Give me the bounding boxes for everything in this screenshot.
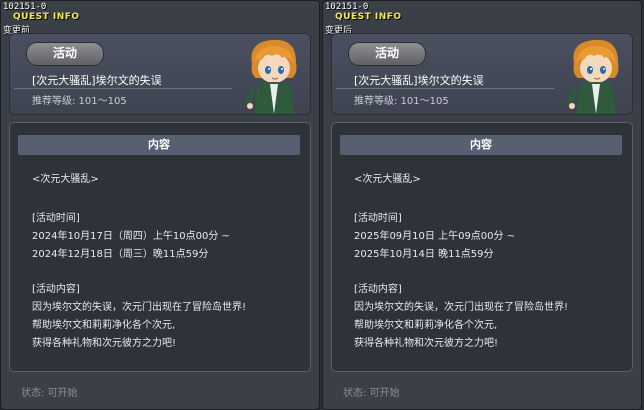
content-line: 2025年10月14日 晚11点59分 — [354, 249, 494, 260]
content-panel: 内容 <次元大骚乱> [活动时间] 2025年09月10日 上午09点00分 ~… — [331, 122, 633, 372]
content-panel: 内容 <次元大骚乱> [活动时间] 2024年10月17日（周四）上午10点00… — [9, 122, 311, 372]
content-line: [活动时间] — [354, 213, 402, 224]
divider — [14, 88, 232, 89]
quest-name: [次元大骚乱]埃尔文的失误 — [32, 74, 162, 87]
content-line: [活动内容] — [32, 284, 80, 295]
event-badge: 活动 — [348, 42, 426, 66]
event-badge: 活动 — [26, 42, 104, 66]
content-line: 因为埃尔文的失误，次元门出现在了冒险岛世界! — [354, 302, 569, 313]
content-line: <次元大骚乱> — [32, 174, 99, 185]
content-line: 帮助埃尔文和莉莉净化各个次元, — [354, 320, 498, 331]
quest-info-window-before: 102151-0 QUEST INFO 变更前 活动 [次元大骚乱]埃尔文的失误… — [0, 0, 320, 410]
content-line: 2024年10月17日（周四）上午10点00分 ~ — [32, 231, 230, 242]
window-title: QUEST INFO — [335, 12, 402, 22]
content-line: 2024年12月18日（周三）晚11点59分 — [32, 249, 209, 260]
quest-name: [次元大骚乱]埃尔文的失误 — [354, 74, 484, 87]
npc-portrait-icon — [567, 39, 619, 114]
content-line: 因为埃尔文的失误，次元门出现在了冒险岛世界! — [32, 302, 247, 313]
content-line: 获得各种礼物和次元彼方之力吧! — [354, 338, 499, 349]
recommended-level: 推荐等级: 101～105 — [32, 96, 127, 107]
content-header: 内容 — [18, 135, 300, 155]
quest-id: 102151-0 — [325, 2, 369, 12]
quest-summary-panel: 活动 [次元大骚乱]埃尔文的失误 推荐等级: 101～105 — [9, 33, 311, 115]
content-line: 帮助埃尔文和莉莉净化各个次元, — [32, 320, 176, 331]
content-line: [活动时间] — [32, 213, 80, 224]
npc-portrait-icon — [245, 39, 297, 114]
content-header: 内容 — [340, 135, 622, 155]
content-line: 获得各种礼物和次元彼方之力吧! — [32, 338, 177, 349]
divider — [336, 88, 554, 89]
recommended-level: 推荐等级: 101～105 — [354, 96, 449, 107]
quest-info-window-after: 102151-0 QUEST INFO 变更后 活动 [次元大骚乱]埃尔文的失误… — [322, 0, 642, 410]
quest-id: 102151-0 — [3, 2, 47, 12]
quest-status: 状态: 可开始 — [343, 388, 400, 399]
content-line: 2025年09月10日 上午09点00分 ~ — [354, 231, 516, 242]
content-line: <次元大骚乱> — [354, 174, 421, 185]
quest-summary-panel: 活动 [次元大骚乱]埃尔文的失误 推荐等级: 101～105 — [331, 33, 633, 115]
quest-status: 状态: 可开始 — [21, 388, 78, 399]
content-line: [活动内容] — [354, 284, 402, 295]
window-title: QUEST INFO — [13, 12, 80, 22]
